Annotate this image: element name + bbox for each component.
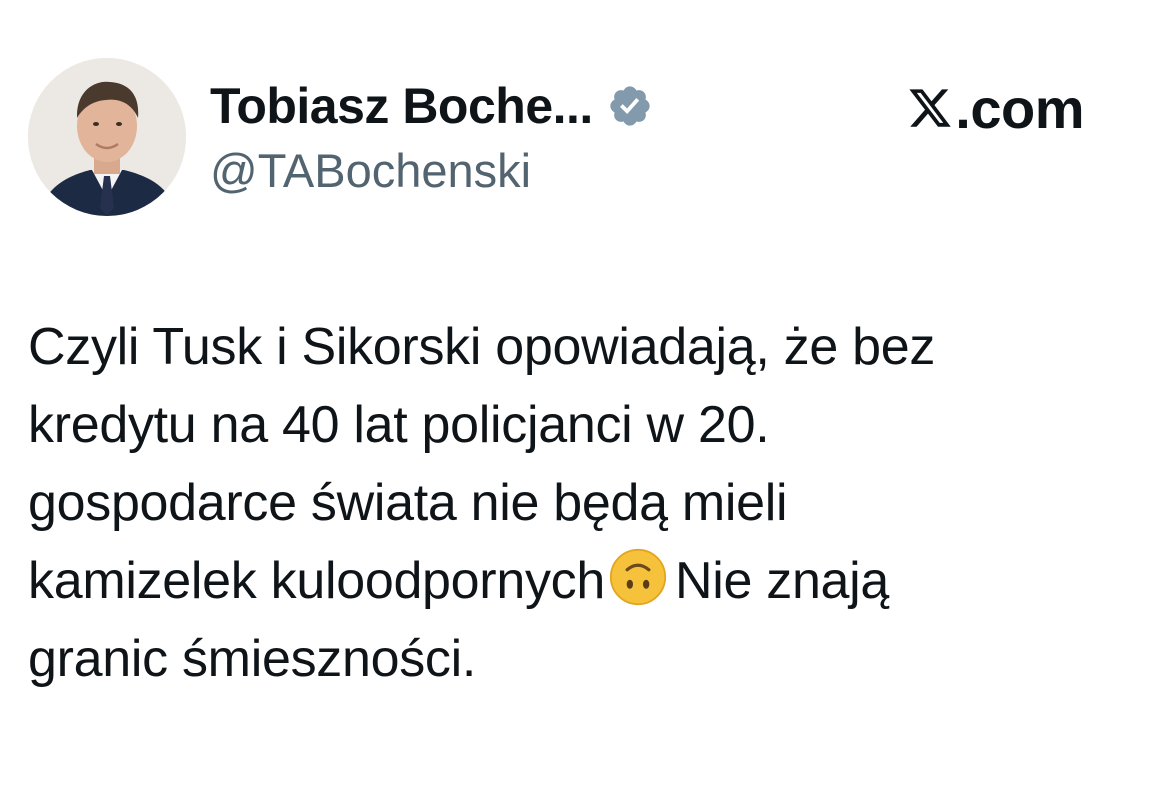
author-display-name[interactable]: Tobiasz Boche... (210, 77, 593, 135)
author-handle[interactable]: @TABochenski (210, 143, 531, 198)
author-name-row[interactable]: Tobiasz Boche... (210, 74, 653, 138)
brand-logo: .com (907, 76, 1084, 140)
upside-down-face-emoji-icon (609, 548, 667, 606)
author-avatar[interactable] (28, 58, 186, 216)
tweet-text-segment: Nie znają (674, 552, 890, 610)
brand-domain-text: .com (955, 76, 1084, 140)
tweet-line-with-emoji: kamizelek kuloodpornych Nie znają (28, 542, 1128, 620)
tweet-text-segment: kamizelek kuloodpornych (28, 552, 605, 610)
avatar-photo (28, 58, 186, 216)
x-logo-icon (907, 85, 953, 131)
tweet-text: Czyli Tusk i Sikorski opowiadają, że bez… (28, 308, 1128, 698)
tweet-line: gospodarce świata nie będą mieli (28, 474, 788, 532)
verified-badge-icon (607, 83, 653, 129)
tweet-line: Czyli Tusk i Sikorski opowiadają, że bez (28, 318, 936, 376)
tweet-line: granic śmieszności. (28, 630, 477, 688)
tweet-line: kredytu na 40 lat policjanci w 20. (28, 396, 770, 454)
